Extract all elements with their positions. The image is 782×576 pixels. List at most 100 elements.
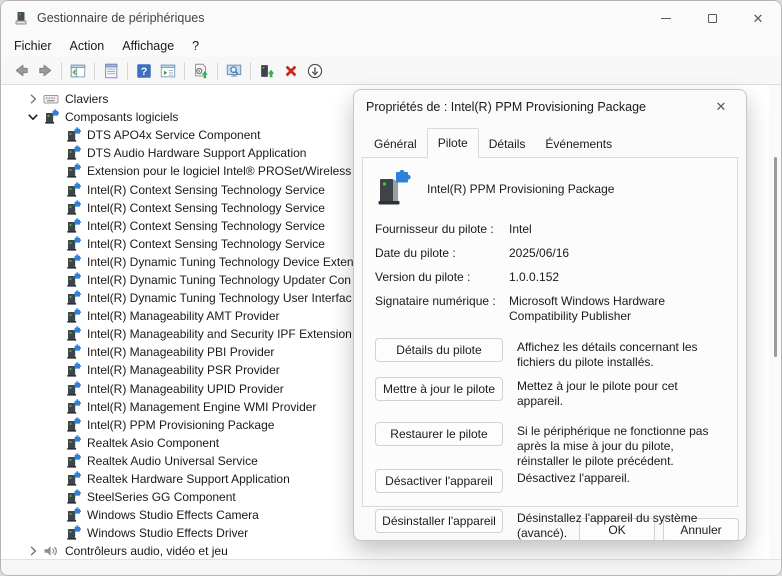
minimize-icon[interactable]	[643, 1, 689, 35]
scrollbar-thumb[interactable]	[774, 157, 777, 357]
toolbar-separator	[217, 62, 218, 80]
chevron-down-icon[interactable]	[25, 109, 41, 125]
tree-item-label: Windows Studio Effects Driver	[86, 526, 248, 540]
tree-item-label: Contrôleurs audio, vidéo et jeu	[64, 544, 228, 558]
status-bar	[1, 559, 781, 576]
software-component-icon	[43, 109, 59, 125]
tree-item-label: Intel(R) Dynamic Tuning Technology User …	[86, 291, 352, 305]
add-drivers-icon[interactable]	[189, 59, 213, 83]
software-component-icon	[65, 435, 81, 451]
scan-hardware-changes-icon[interactable]	[222, 59, 246, 83]
tree-item-label: Realtek Hardware Support Application	[86, 472, 290, 486]
tab-details[interactable]: Détails	[479, 131, 536, 158]
dialog-tabs: Général Pilote Détails Événements	[364, 128, 746, 157]
driver-tab-page: Intel(R) PPM Provisioning Package Fourni…	[362, 157, 738, 507]
software-component-icon	[375, 170, 413, 208]
tab-evenements[interactable]: Événements	[535, 131, 622, 158]
tree-item-label: Intel(R) Manageability PBI Provider	[86, 345, 274, 359]
tree-item-label: Intel(R) Context Sensing Technology Serv…	[86, 183, 325, 197]
forward-icon[interactable]	[33, 59, 57, 83]
back-icon[interactable]	[9, 59, 33, 83]
tree-item-label: Realtek Asio Component	[86, 436, 219, 450]
close-icon[interactable]: ✕	[735, 1, 781, 35]
update-driver-icon[interactable]	[255, 59, 279, 83]
tree-item-label: Realtek Audio Universal Service	[86, 454, 258, 468]
driver-details-button[interactable]: Détails du pilote	[375, 338, 503, 362]
action-uninstall-device: Désinstaller l'appareil Désinstallez l'a…	[375, 509, 725, 541]
vertical-scrollbar[interactable]	[769, 85, 781, 559]
tree-item-label: Intel(R) PPM Provisioning Package	[86, 418, 274, 432]
uninstall-device-button[interactable]: Désinstaller l'appareil	[375, 509, 503, 533]
chevron-right-icon[interactable]	[25, 543, 41, 559]
tab-pilote[interactable]: Pilote	[427, 128, 479, 158]
properties-icon[interactable]	[99, 59, 123, 83]
tree-item-label: Intel(R) Manageability AMT Provider	[86, 309, 280, 323]
device-manager-window: Gestionnaire de périphériques ✕ Fichier …	[0, 0, 782, 576]
toolbar: ?	[1, 57, 781, 85]
tree-item-label: Intel(R) Context Sensing Technology Serv…	[86, 219, 325, 233]
tab-general[interactable]: Général	[364, 131, 427, 158]
menu-bar: Fichier Action Affichage ?	[1, 35, 781, 57]
field-driver-date: Date du pilote : 2025/06/16	[375, 246, 725, 261]
software-component-icon	[65, 182, 81, 198]
tree-item-label: Claviers	[64, 92, 108, 106]
menu-help[interactable]: ?	[183, 37, 208, 55]
software-component-icon	[65, 525, 81, 541]
software-component-icon	[65, 453, 81, 469]
software-component-icon	[65, 127, 81, 143]
device-name: Intel(R) PPM Provisioning Package	[427, 182, 614, 196]
help-icon[interactable]: ?	[132, 59, 156, 83]
action-pane-icon[interactable]	[156, 59, 180, 83]
software-component-icon	[65, 417, 81, 433]
software-component-icon	[65, 290, 81, 306]
software-component-icon	[65, 145, 81, 161]
chevron-right-icon[interactable]	[25, 91, 41, 107]
tree-item-label: Intel(R) Dynamic Tuning Technology Devic…	[86, 255, 354, 269]
console-tree-icon[interactable]	[66, 59, 90, 83]
toolbar-separator	[127, 62, 128, 80]
software-component-icon	[65, 236, 81, 252]
disable-device-button[interactable]: Désactiver l'appareil	[375, 469, 503, 493]
tree-item[interactable]: Contrôleurs audio, vidéo et jeu	[1, 542, 781, 559]
field-driver-version: Version du pilote : 1.0.0.152	[375, 270, 725, 285]
field-driver-provider: Fournisseur du pilote : Intel	[375, 222, 725, 237]
roll-back-driver-button[interactable]: Restaurer le pilote	[375, 422, 503, 446]
tree-item-label: Intel(R) Context Sensing Technology Serv…	[86, 201, 325, 215]
menu-action[interactable]: Action	[61, 37, 114, 55]
software-component-icon	[65, 381, 81, 397]
toolbar-separator	[61, 62, 62, 80]
software-component-icon	[65, 254, 81, 270]
tree-item-label: Intel(R) Dynamic Tuning Technology Updat…	[86, 273, 351, 287]
toolbar-separator	[184, 62, 185, 80]
dialog-close-icon[interactable]: ✕	[706, 95, 736, 119]
svg-text:?: ?	[141, 66, 148, 78]
action-roll-back-driver: Restaurer le pilote Si le périphérique n…	[375, 422, 725, 469]
window-title: Gestionnaire de périphériques	[37, 11, 204, 25]
software-component-icon	[65, 344, 81, 360]
software-component-icon	[65, 163, 81, 179]
uninstall-device-icon[interactable]	[279, 59, 303, 83]
software-component-icon	[65, 218, 81, 234]
keyboard-icon	[43, 91, 59, 107]
software-component-icon	[65, 308, 81, 324]
field-digital-signer: Signataire numérique : Microsoft Windows…	[375, 294, 725, 324]
update-driver-button[interactable]: Mettre à jour le pilote	[375, 377, 503, 401]
action-disable-device: Désactiver l'appareil Désactivez l'appar…	[375, 469, 725, 493]
tree-item-label: DTS Audio Hardware Support Application	[86, 146, 306, 160]
tree-item-label: Composants logiciels	[64, 110, 178, 124]
menu-fichier[interactable]: Fichier	[5, 37, 61, 55]
dialog-title-bar: Propriétés de : Intel(R) PPM Provisionin…	[354, 90, 746, 124]
software-component-icon	[65, 507, 81, 523]
maximize-icon[interactable]	[689, 1, 735, 35]
menu-affichage[interactable]: Affichage	[113, 37, 183, 55]
toolbar-separator	[94, 62, 95, 80]
properties-dialog: Propriétés de : Intel(R) PPM Provisionin…	[353, 89, 747, 541]
disable-device-icon[interactable]	[303, 59, 327, 83]
tree-item-label: Intel(R) Manageability PSR Provider	[86, 363, 280, 377]
software-component-icon	[65, 200, 81, 216]
tree-item-label: Extension pour le logiciel Intel® PROSet…	[86, 164, 351, 178]
tree-item-label: Intel(R) Management Engine WMI Provider	[86, 400, 316, 414]
tree-item-label: Intel(R) Context Sensing Technology Serv…	[86, 237, 325, 251]
tree-item-label: SteelSeries GG Component	[86, 490, 236, 504]
tree-item-label: DTS APO4x Service Component	[86, 128, 260, 142]
